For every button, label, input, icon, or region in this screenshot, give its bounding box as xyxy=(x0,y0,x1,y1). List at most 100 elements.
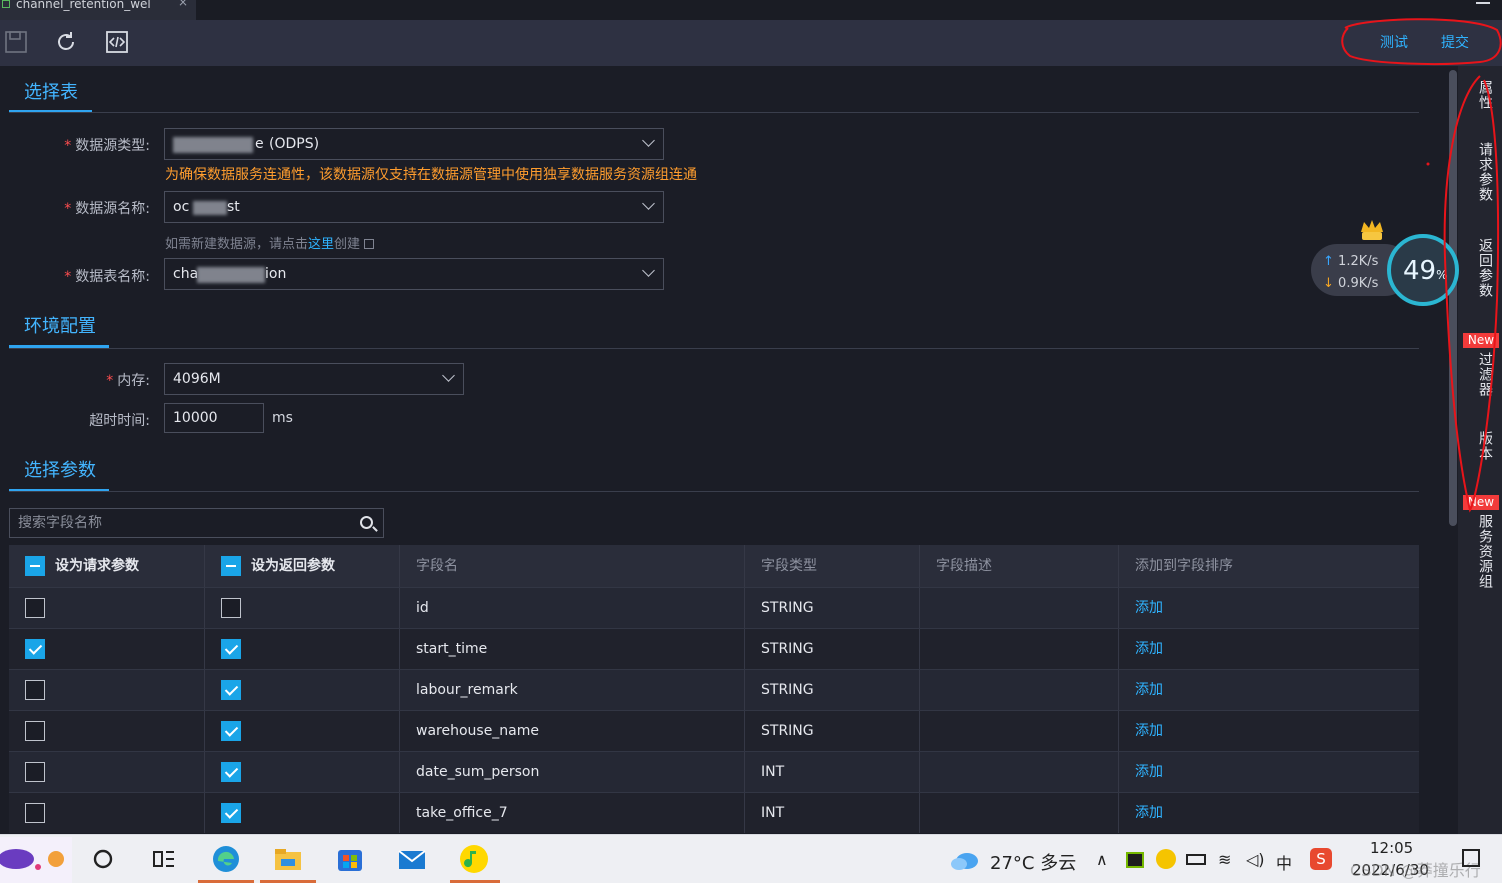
chevron-up-icon[interactable]: ∧ xyxy=(1096,850,1108,869)
add-sort-cell: 添加 xyxy=(1119,711,1419,751)
return-param-checkbox[interactable] xyxy=(221,680,241,700)
return-param-checkbox[interactable] xyxy=(221,721,241,741)
widgets-icon[interactable] xyxy=(0,837,72,883)
network-speed-widget[interactable]: ↑ 1.2K/s ↓ 0.9K/s 49% xyxy=(1311,234,1459,306)
side-tab-resource-group[interactable]: 服务资源组 xyxy=(1472,514,1493,589)
volume-icon[interactable]: ◁) xyxy=(1246,850,1265,869)
header-return-param[interactable]: 设为返回参数 xyxy=(205,545,400,587)
side-tab-version[interactable]: 版本 xyxy=(1472,431,1493,461)
add-sort-cell: 添加 xyxy=(1119,670,1419,710)
request-param-checkbox[interactable] xyxy=(25,803,45,823)
header-field-name: 字段名 xyxy=(400,545,745,587)
wifi-icon[interactable]: ≋ xyxy=(1218,850,1231,869)
windows-taskbar: 27°C 多云 ∧ ≋ ◁) 中 S 12:05 2022/6/30 CSDN … xyxy=(0,834,1502,883)
table-name-suffix: ion xyxy=(265,266,287,282)
required-star: * xyxy=(64,138,72,154)
select-all-return-checkbox[interactable] xyxy=(221,556,241,576)
request-param-checkbox[interactable] xyxy=(25,680,45,700)
field-desc-cell xyxy=(920,588,1119,628)
request-param-cell xyxy=(9,752,205,792)
table-name-select[interactable]: cha ion xyxy=(164,258,664,290)
weather-cloud-icon[interactable] xyxy=(950,849,980,871)
ime-indicator[interactable]: 中 xyxy=(1276,850,1292,874)
chevron-down-icon xyxy=(642,264,655,277)
request-param-checkbox[interactable] xyxy=(25,762,45,782)
chevron-down-icon xyxy=(642,197,655,210)
clock-time[interactable]: 12:05 xyxy=(1370,839,1413,857)
weather-text[interactable]: 27°C 多云 xyxy=(990,849,1076,875)
new-badge: New xyxy=(1463,333,1499,348)
side-tab-properties[interactable]: 属性 xyxy=(1472,80,1493,110)
header-request-param[interactable]: 设为请求参数 xyxy=(9,545,205,587)
file-tab[interactable]: channel_retention_wel × xyxy=(0,0,196,20)
add-to-sort-link[interactable]: 添加 xyxy=(1135,723,1163,739)
table-row: date_sum_person INT 添加 xyxy=(9,751,1419,792)
upload-speed: ↑ 1.2K/s xyxy=(1323,254,1379,269)
submit-button[interactable]: 提交 xyxy=(1441,32,1469,52)
return-param-checkbox[interactable] xyxy=(221,598,241,618)
datasource-type-fragment: e xyxy=(255,136,264,152)
file-explorer-icon[interactable] xyxy=(272,843,304,875)
side-tab-return-params[interactable]: 返回参数 xyxy=(1472,238,1493,298)
request-param-checkbox[interactable] xyxy=(25,598,45,618)
nvidia-icon[interactable] xyxy=(1126,852,1144,868)
search-icon[interactable] xyxy=(88,843,120,875)
notification-icon[interactable] xyxy=(1462,849,1480,867)
return-param-checkbox[interactable] xyxy=(221,639,241,659)
header-add-sort: 添加到字段排序 xyxy=(1135,558,1233,574)
field-name-cell: warehouse_name xyxy=(400,711,745,751)
timeout-unit: ms xyxy=(272,410,293,426)
timeout-label: 超时时间: xyxy=(89,413,150,429)
search-icon[interactable] xyxy=(360,516,373,529)
external-link-icon[interactable] xyxy=(364,239,375,249)
section-title-env-config: 环境配置 xyxy=(24,316,96,337)
field-type-cell: STRING xyxy=(745,588,920,628)
field-search-input[interactable]: 搜索字段名称 xyxy=(9,508,384,538)
request-param-checkbox[interactable] xyxy=(25,639,45,659)
store-icon[interactable] xyxy=(334,843,366,875)
return-param-checkbox[interactable] xyxy=(221,762,241,782)
create-datasource-link[interactable]: 这里 xyxy=(308,237,334,252)
usage-percent: 49% xyxy=(1403,256,1448,286)
task-view-icon[interactable] xyxy=(148,843,180,875)
test-button[interactable]: 测试 xyxy=(1380,32,1408,52)
save-icon[interactable] xyxy=(4,30,28,54)
request-param-checkbox[interactable] xyxy=(25,721,45,741)
select-all-request-checkbox[interactable] xyxy=(25,556,45,576)
memory-select[interactable]: 4096M xyxy=(164,363,464,395)
datasource-name-suffix: st xyxy=(227,199,240,215)
add-to-sort-link[interactable]: 添加 xyxy=(1135,764,1163,780)
add-to-sort-link[interactable]: 添加 xyxy=(1135,805,1163,821)
add-to-sort-link[interactable]: 添加 xyxy=(1135,641,1163,657)
close-tab-icon[interactable]: × xyxy=(178,0,188,8)
code-icon[interactable] xyxy=(105,30,129,54)
datasource-type-label: * 数据源类型: xyxy=(64,138,150,154)
table-header: 设为请求参数 设为返回参数 字段名 字段类型 字段描述 添加到字段排序 xyxy=(9,545,1419,587)
refresh-icon[interactable] xyxy=(54,30,78,54)
memory-label: * 内存: xyxy=(106,373,150,389)
datasource-type-select[interactable]: e (ODPS) xyxy=(164,128,664,160)
redacted-text xyxy=(173,137,253,153)
return-param-cell xyxy=(205,793,400,833)
mail-icon[interactable] xyxy=(396,843,428,875)
add-to-sort-link[interactable]: 添加 xyxy=(1135,600,1163,616)
timeout-input[interactable]: 10000 xyxy=(164,403,264,433)
return-param-checkbox[interactable] xyxy=(221,803,241,823)
qq-music-icon[interactable] xyxy=(458,843,490,875)
side-tab-request-params[interactable]: 请求参数 xyxy=(1472,142,1493,202)
add-to-sort-link[interactable]: 添加 xyxy=(1135,682,1163,698)
table-row: take_office_7 INT 添加 xyxy=(9,792,1419,833)
add-sort-cell: 添加 xyxy=(1119,629,1419,669)
minimize-icon[interactable] xyxy=(1476,2,1490,4)
sogou-input-icon[interactable]: S xyxy=(1310,848,1332,870)
side-tab-filter[interactable]: 过滤器 xyxy=(1472,352,1493,397)
battery-icon[interactable] xyxy=(1186,854,1206,865)
edge-browser-icon[interactable] xyxy=(210,843,242,875)
plus-app-icon[interactable] xyxy=(1156,849,1176,869)
datasource-name-select[interactable]: oc st xyxy=(164,191,664,223)
search-placeholder: 搜索字段名称 xyxy=(18,515,102,531)
return-param-cell xyxy=(205,670,400,710)
add-sort-cell: 添加 xyxy=(1119,588,1419,628)
section-divider xyxy=(9,348,1419,349)
tab-title: channel_retention_wel xyxy=(16,0,151,11)
